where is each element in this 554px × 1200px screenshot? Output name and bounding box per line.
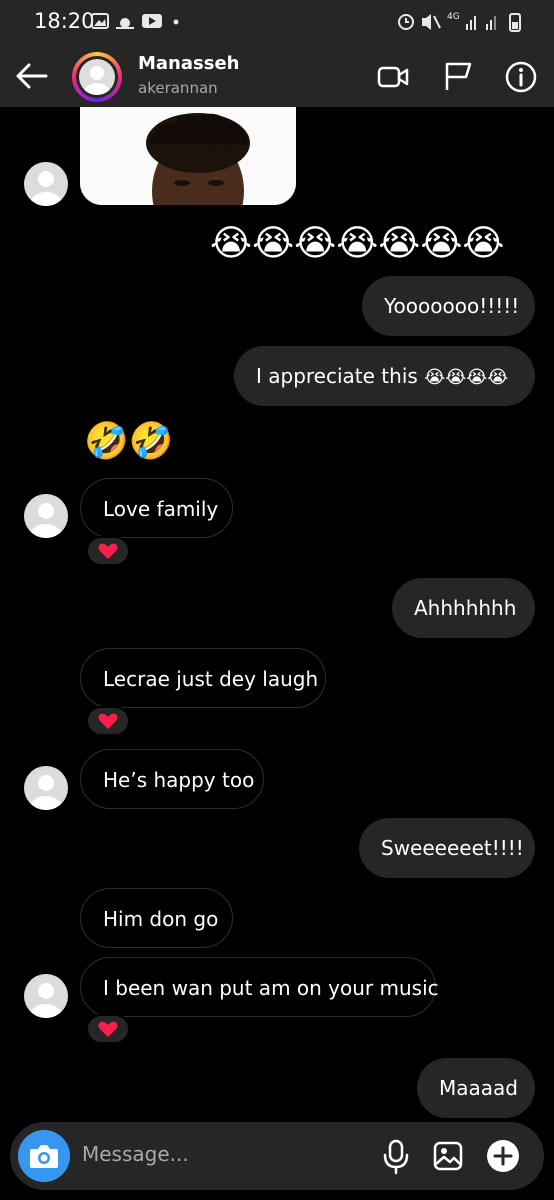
status-bar: 18:20 4G bbox=[0, 0, 554, 44]
message-input[interactable]: Message... bbox=[82, 1142, 189, 1166]
outgoing-message[interactable]: Maaaad bbox=[417, 1058, 535, 1118]
message-text: Love family bbox=[103, 497, 219, 521]
incoming-message[interactable]: Him don go bbox=[80, 888, 233, 948]
message-text: Lecrae just dey laugh bbox=[103, 667, 319, 691]
system-status-icons bbox=[398, 13, 521, 32]
microphone-icon[interactable] bbox=[380, 1139, 412, 1175]
back-arrow-icon[interactable] bbox=[14, 58, 50, 94]
emoji-message[interactable]: 😭😭😭😭😭😭😭 bbox=[210, 222, 504, 266]
incoming-message[interactable]: Love family bbox=[80, 478, 233, 538]
contact-username: akerannan bbox=[138, 79, 218, 97]
message-text: Yooooooo!!!!! bbox=[384, 294, 520, 318]
incoming-message[interactable]: He’s happy too bbox=[80, 749, 264, 809]
heart-reaction[interactable] bbox=[86, 536, 130, 566]
heart-reaction[interactable] bbox=[86, 1014, 130, 1044]
video-call-icon[interactable] bbox=[376, 60, 410, 94]
heart-icon bbox=[98, 1021, 118, 1037]
heart-reaction[interactable] bbox=[86, 706, 130, 736]
message-emoji: 😭😭😭😭 bbox=[424, 367, 509, 388]
shared-photo[interactable] bbox=[80, 107, 296, 205]
sender-avatar[interactable] bbox=[24, 494, 68, 538]
sender-avatar[interactable] bbox=[24, 974, 68, 1018]
message-text: Ahhhhhhh bbox=[414, 596, 517, 620]
sender-avatar[interactable] bbox=[24, 162, 68, 206]
incoming-message[interactable]: Lecrae just dey laugh bbox=[80, 648, 326, 708]
person-photo-image bbox=[80, 107, 296, 205]
outgoing-message[interactable]: Yooooooo!!!!! bbox=[362, 276, 535, 336]
emoji-message[interactable]: 🤣🤣 bbox=[84, 420, 174, 464]
gallery-icon[interactable] bbox=[432, 1140, 464, 1172]
message-text: I appreciate this bbox=[256, 364, 418, 388]
outgoing-message[interactable]: Sweeeeeet!!!! bbox=[359, 818, 535, 878]
info-icon[interactable] bbox=[504, 60, 538, 94]
message-text: Maaaad bbox=[439, 1076, 518, 1100]
add-plus-icon[interactable] bbox=[486, 1139, 520, 1173]
default-avatar-icon bbox=[84, 66, 110, 95]
profile-avatar[interactable] bbox=[72, 52, 122, 102]
outgoing-message[interactable]: Ahhhhhhh bbox=[392, 578, 535, 638]
message-text: He’s happy too bbox=[103, 768, 255, 792]
contact-name[interactable]: Manasseh bbox=[138, 53, 239, 74]
sender-avatar[interactable] bbox=[24, 766, 68, 810]
message-text: Him don go bbox=[103, 907, 219, 931]
message-composer: Message... bbox=[10, 1122, 544, 1190]
status-time: 18:20 bbox=[34, 9, 95, 33]
camera-icon bbox=[30, 1145, 58, 1168]
incoming-message[interactable]: I been wan put am on your music bbox=[80, 957, 439, 1017]
camera-button[interactable] bbox=[18, 1130, 70, 1182]
heart-icon bbox=[98, 713, 118, 729]
message-text: Sweeeeeet!!!! bbox=[381, 836, 524, 860]
network-type: 4G bbox=[447, 12, 460, 22]
chat-header: Manasseh akerannan bbox=[0, 44, 554, 107]
message-text: I been wan put am on your music bbox=[103, 976, 439, 1000]
flag-icon[interactable] bbox=[441, 60, 475, 94]
outgoing-message[interactable]: I appreciate this 😭😭😭😭 bbox=[234, 346, 535, 406]
heart-icon bbox=[98, 543, 118, 559]
notification-icons bbox=[91, 13, 179, 29]
